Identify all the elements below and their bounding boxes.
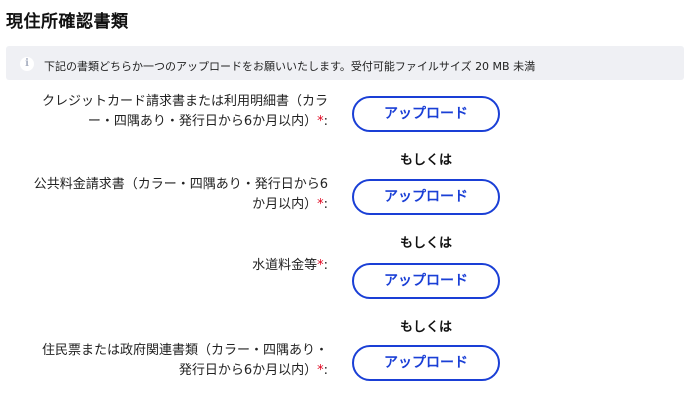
document-label-line-2: ー・四隅あり・発行日から6か月以内）*: — [87, 114, 328, 129]
notice-banner: i 下記の書類どちらか一つのアップロードをお願いいたします。受付可能ファイルサイ… — [6, 46, 684, 80]
notice-text: 下記の書類どちらか一つのアップロードをお願いいたします。受付可能ファイルサイズ … — [44, 60, 536, 73]
document-label-line: 住民票または政府関連書類（カラー・四隅あり・ — [41, 343, 328, 358]
document-label-line: 水道料金等*: — [252, 258, 328, 273]
document-label-credit-card: クレジットカード請求書または利用明細書（カラ ー・四隅あり・発行日から6か月以内… — [42, 92, 328, 132]
document-label-line-2: か月以内）*: — [252, 197, 328, 212]
document-label-line: クレジットカード請求書または利用明細書（カラ — [41, 94, 328, 109]
or-separator: もしくは — [399, 320, 452, 335]
upload-button-resident-record[interactable]: アップロード — [352, 345, 500, 381]
document-label-utility-bill: 公共料金請求書（カラー・四隅あり・発行日から6 か月以内）*: — [34, 175, 328, 215]
upload-button-credit-card[interactable]: アップロード — [352, 96, 500, 132]
upload-button-utility-bill[interactable]: アップロード — [352, 179, 500, 215]
document-label-resident-record: 住民票または政府関連書類（カラー・四隅あり・ 発行日から6か月以内）*: — [42, 341, 328, 381]
document-label-water-bill: 水道料金等*: — [252, 256, 328, 276]
upload-button-water-bill[interactable]: アップロード — [352, 263, 500, 299]
page-title: 現住所確認書類 — [6, 12, 129, 32]
info-icon: i — [20, 57, 34, 71]
document-label-line: 公共料金請求書（カラー・四隅あり・発行日から6 — [33, 177, 328, 192]
or-separator: もしくは — [399, 236, 452, 251]
or-separator: もしくは — [399, 153, 452, 168]
document-label-line-2: 発行日から6か月以内）*: — [178, 363, 328, 378]
